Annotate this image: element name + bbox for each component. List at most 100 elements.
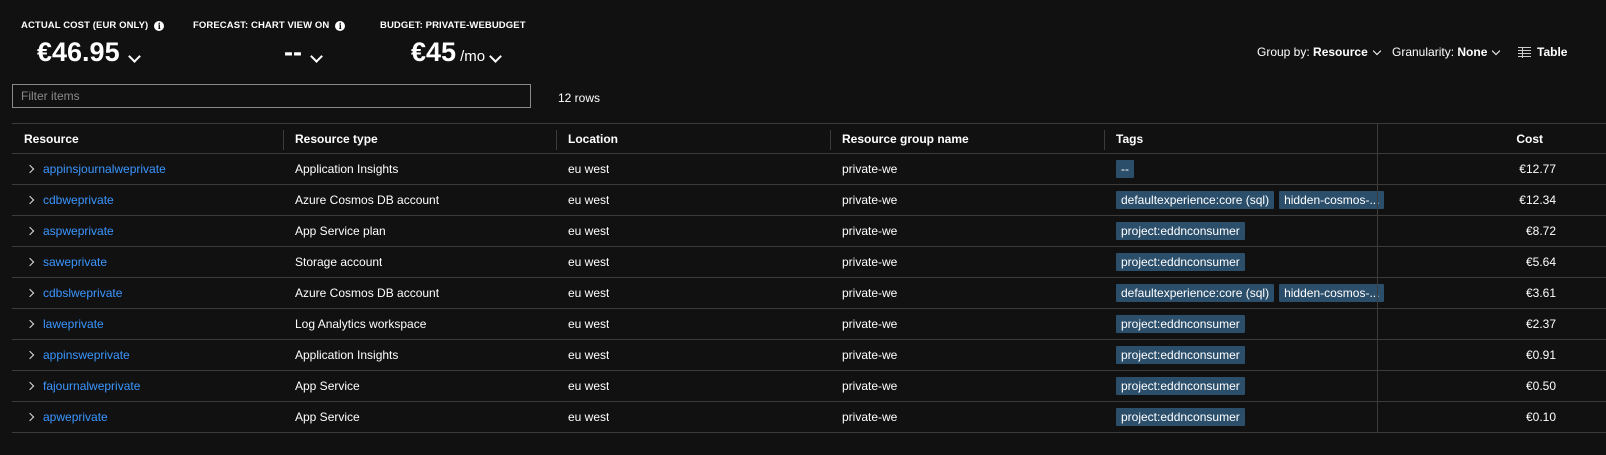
- table-row[interactable]: cdbweprivate Azure Cosmos DB account eu we…: [12, 185, 1606, 216]
- view-label: Table: [1537, 45, 1568, 59]
- chevron-right-icon[interactable]: [25, 412, 35, 422]
- forecast-selector[interactable]: --: [284, 37, 345, 68]
- column-header-location[interactable]: Location: [568, 124, 618, 153]
- resource-link[interactable]: cdbslweprivate: [43, 286, 122, 300]
- cost-value: €8.72: [1525, 224, 1556, 238]
- tags-cell: defaultexperience:core (sql) hidden-cosmo…: [1116, 278, 1389, 308]
- chevron-right-icon[interactable]: [25, 350, 35, 360]
- tag-chip[interactable]: defaultexperience:core (sql): [1116, 284, 1275, 302]
- cost-value: €0.50: [1525, 379, 1556, 393]
- table-row[interactable]: appinsjournalweprivate Application Insigh…: [12, 154, 1606, 185]
- chevron-down-icon: [489, 50, 502, 63]
- group-by-value: Resource: [1313, 45, 1368, 59]
- tag-chip[interactable]: defaultexperience:core (sql): [1116, 191, 1275, 209]
- tag-chip[interactable]: project:eddnconsumer: [1116, 377, 1245, 395]
- resource-link[interactable]: saweprivate: [43, 255, 107, 269]
- resource-link[interactable]: appinsweprivate: [43, 348, 130, 362]
- resource-link[interactable]: cdbweprivate: [43, 193, 114, 207]
- view-toggle[interactable]: Table: [1518, 45, 1567, 59]
- table-row[interactable]: fajournalweprivate App Service eu west priv…: [12, 371, 1606, 402]
- tag-chip[interactable]: project:eddnconsumer: [1116, 253, 1245, 271]
- row-count: 12 rows: [558, 91, 601, 105]
- column-header-group[interactable]: Resource group name: [842, 124, 969, 153]
- chevron-right-icon[interactable]: [25, 195, 35, 205]
- resource-type: Application Insights: [295, 162, 399, 176]
- resource-group: private-we: [842, 379, 898, 393]
- actual-cost-kpi: ACTUAL COST (EUR ONLY) i €46.95: [21, 20, 165, 68]
- tag-chip[interactable]: project:eddnconsumer: [1116, 408, 1245, 426]
- resource-group: private-we: [842, 348, 898, 362]
- resource-link[interactable]: apweprivate: [43, 410, 108, 424]
- tag-chip[interactable]: --: [1116, 160, 1134, 178]
- resource-link[interactable]: laweprivate: [43, 317, 104, 331]
- table-row[interactable]: apweprivate App Service eu west private-we p…: [12, 402, 1606, 433]
- info-icon[interactable]: i: [154, 20, 165, 31]
- table-row[interactable]: appinsweprivate Application Insights eu we…: [12, 340, 1606, 371]
- table-header: Resource Resource type Location Resource…: [12, 123, 1606, 154]
- resource-link[interactable]: fajournalweprivate: [43, 379, 140, 393]
- filter-input[interactable]: [12, 84, 531, 108]
- tags-cell: project:eddnconsumer: [1116, 247, 1250, 277]
- tags-cell: project:eddnconsumer: [1116, 309, 1250, 339]
- column-header-type[interactable]: Resource type: [295, 124, 378, 153]
- resource-type: App Service: [295, 379, 360, 393]
- resource-type: Log Analytics workspace: [295, 317, 427, 331]
- resource-type: App Service plan: [295, 224, 386, 238]
- resource-type: Storage account: [295, 255, 383, 269]
- table-row[interactable]: aspweprivate App Service plan eu west priva…: [12, 216, 1606, 247]
- tags-cell: --: [1116, 154, 1139, 184]
- tag-chip[interactable]: hidden-cosmos-...: [1279, 191, 1385, 209]
- location: eu west: [568, 224, 610, 238]
- actual-cost-selector[interactable]: €46.95: [37, 37, 164, 68]
- tag-chip[interactable]: project:eddnconsumer: [1116, 315, 1245, 333]
- actual-cost-value: €46.95: [37, 37, 120, 67]
- info-icon[interactable]: i: [335, 20, 346, 31]
- column-header-cost[interactable]: Cost: [1516, 124, 1543, 153]
- resource-link[interactable]: appinsjournalweprivate: [43, 162, 166, 176]
- actual-cost-label: ACTUAL COST (EUR ONLY): [21, 20, 149, 31]
- cost-value: €3.61: [1525, 286, 1556, 300]
- resource-group: private-we: [842, 193, 898, 207]
- chevron-right-icon[interactable]: [25, 381, 35, 391]
- chevron-right-icon[interactable]: [25, 226, 35, 236]
- tags-cell: project:eddnconsumer: [1116, 402, 1250, 432]
- tag-chip[interactable]: project:eddnconsumer: [1116, 222, 1245, 240]
- budget-label: BUDGET: PRIVATE-WEBUDGET: [380, 20, 526, 31]
- chevron-right-icon[interactable]: [25, 164, 35, 174]
- group-by-label: Group by:: [1257, 45, 1310, 59]
- chevron-right-icon[interactable]: [25, 288, 35, 298]
- location: eu west: [568, 286, 610, 300]
- tags-cell: defaultexperience:core (sql) hidden-cosmo…: [1116, 185, 1389, 215]
- resource-link[interactable]: aspweprivate: [43, 224, 114, 238]
- resource-group: private-we: [842, 410, 898, 424]
- resource-group: private-we: [842, 162, 898, 176]
- budget-selector[interactable]: €45 /mo: [411, 37, 526, 68]
- budget-kpi: BUDGET: PRIVATE-WEBUDGET €45 /mo: [380, 20, 526, 68]
- resource-group: private-we: [842, 224, 898, 238]
- tag-chip[interactable]: hidden-cosmos-...: [1279, 284, 1385, 302]
- chevron-right-icon[interactable]: [25, 319, 35, 329]
- granularity-dropdown[interactable]: Granularity: None: [1392, 45, 1501, 59]
- granularity-label: Granularity:: [1392, 45, 1455, 59]
- forecast-label: FORECAST: CHART VIEW ON: [193, 20, 330, 31]
- chevron-down-icon: [127, 50, 141, 63]
- tag-chip[interactable]: project:eddnconsumer: [1116, 346, 1245, 364]
- resource-type: Application Insights: [295, 348, 399, 362]
- budget-unit: /mo: [460, 48, 486, 65]
- resource-type: App Service: [295, 410, 360, 424]
- column-header-resource[interactable]: Resource: [24, 124, 79, 153]
- cost-value: €0.10: [1525, 410, 1556, 424]
- table-row[interactable]: saweprivate Storage account eu west private…: [12, 247, 1606, 278]
- table-row[interactable]: cdbslweprivate Azure Cosmos DB account eu …: [12, 278, 1606, 309]
- tags-cell: project:eddnconsumer: [1116, 371, 1250, 401]
- table-row[interactable]: laweprivate Log Analytics workspace eu wes…: [12, 309, 1606, 340]
- resource-type: Azure Cosmos DB account: [295, 193, 440, 207]
- column-header-tags[interactable]: Tags: [1116, 124, 1143, 153]
- location: eu west: [568, 317, 610, 331]
- group-by-dropdown[interactable]: Group by: Resource: [1257, 45, 1381, 59]
- budget-value: €45: [411, 37, 457, 67]
- cost-value: €12.77: [1519, 162, 1556, 176]
- chevron-right-icon[interactable]: [25, 257, 35, 267]
- resource-type: Azure Cosmos DB account: [295, 286, 440, 300]
- location: eu west: [568, 379, 610, 393]
